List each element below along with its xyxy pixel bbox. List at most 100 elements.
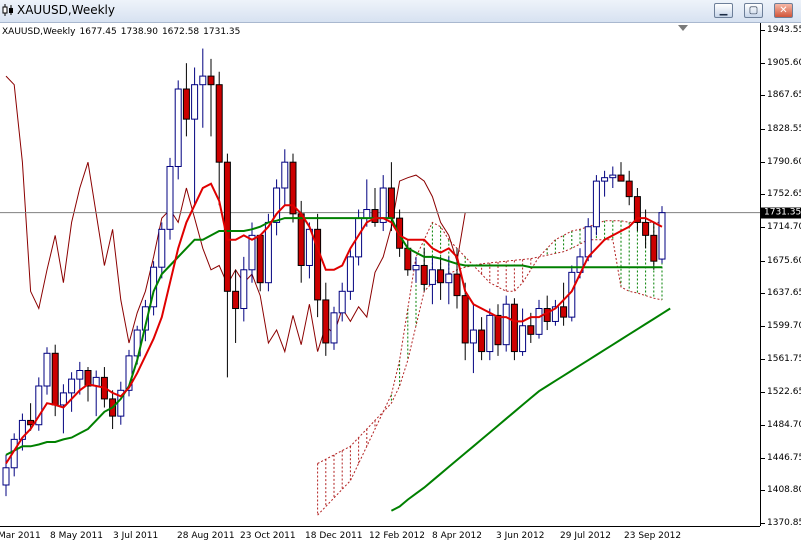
candle-body: [240, 269, 248, 310]
candle-body: [314, 228, 322, 301]
price-tick: [761, 358, 765, 360]
price-label: 1867.65: [767, 90, 801, 101]
candle-body: [658, 212, 666, 260]
candle-body: [174, 88, 182, 167]
time-label: 12 Feb 2012: [369, 531, 426, 541]
close-button[interactable]: ✕: [774, 3, 793, 18]
chart-shift-marker[interactable]: [678, 25, 688, 31]
candle-body: [478, 329, 486, 353]
price-label: 1370.85: [767, 518, 801, 528]
price-label: 1905.60: [767, 57, 801, 68]
close-icon: ✕: [779, 5, 788, 16]
candle-body: [437, 269, 445, 284]
price-tick: [761, 325, 765, 327]
title-bar[interactable]: XAUUSD,Weekly ▁ ▢ ✕: [0, 0, 801, 23]
time-label: 29 Jul 2012: [560, 531, 611, 541]
current-price-label: 1731.35: [761, 207, 801, 219]
candle-body: [510, 303, 518, 353]
candle-body: [445, 273, 453, 284]
minimize-button[interactable]: ▁: [714, 3, 733, 18]
price-label: 1484.70: [767, 419, 801, 430]
price-tick: [761, 424, 765, 426]
candle-body: [412, 264, 420, 271]
info-low: 1672.58: [161, 27, 200, 37]
time-label: 18 Dec 2011: [305, 531, 363, 541]
candle-body: [166, 165, 174, 230]
candle-body: [51, 352, 59, 406]
candle-body: [404, 247, 412, 271]
window-title: XAUUSD,Weekly: [17, 3, 115, 17]
price-label: 1561.75: [767, 353, 801, 364]
candle-body: [453, 273, 461, 297]
price-tick: [761, 161, 765, 163]
time-label: 3 Jul 2011: [113, 531, 159, 541]
price-label: 1637.65: [767, 288, 801, 299]
candle-body: [207, 75, 215, 86]
price-axis[interactable]: 1943.55 1905.60 1867.65 1828.55 1790.60 1752.…: [760, 23, 801, 528]
candle-body: [527, 325, 535, 335]
candle-body: [330, 312, 338, 344]
restore-button[interactable]: ▢: [744, 3, 763, 18]
price-label: 1943.55: [767, 25, 801, 35]
price-tick: [761, 293, 765, 295]
time-label: 8 Apr 2012: [432, 531, 482, 541]
candle-body: [650, 234, 658, 262]
time-label: Mar 2011: [0, 531, 41, 541]
candle-body: [502, 303, 510, 346]
candlestick-chart-icon: [2, 4, 13, 16]
candle-body: [642, 221, 650, 236]
candle-body: [297, 213, 305, 266]
info-close: 1731.35: [203, 27, 241, 37]
candle-body: [264, 221, 272, 284]
price-tick: [761, 194, 765, 196]
candle-body: [428, 269, 436, 285]
candle-body: [519, 325, 527, 353]
candle-body: [609, 174, 617, 179]
candle-body: [76, 370, 84, 380]
candle-body: [584, 226, 592, 258]
candle-body: [601, 177, 609, 182]
candle-body: [592, 180, 600, 228]
candle-body: [68, 378, 76, 394]
candle-body: [363, 209, 371, 219]
candle-body: [158, 228, 166, 268]
candle-body: [494, 314, 502, 346]
info-symbol: XAUUSD,Weekly: [2, 27, 76, 37]
candle-body: [486, 314, 494, 353]
candle-body: [461, 295, 469, 344]
price-label: 1828.55: [767, 123, 801, 134]
info-open: 1677.45: [79, 27, 117, 37]
candle-body: [617, 174, 625, 182]
price-tick: [761, 392, 765, 394]
candle-body: [59, 392, 67, 406]
candle-body: [560, 306, 568, 318]
price-label: 1599.70: [767, 320, 801, 331]
chart-window: XAUUSD,Weekly ▁ ▢ ✕ XAUUSD,Weekly 1677.45…: [0, 0, 801, 545]
candle-body: [43, 352, 51, 387]
time-label: 28 Aug 2011: [177, 531, 235, 541]
price-label: 1446.75: [767, 452, 801, 463]
candle-body: [535, 308, 543, 335]
price-tick: [761, 128, 765, 130]
chart-plot-area[interactable]: [0, 23, 760, 526]
time-axis[interactable]: Mar 2011 8 May 2011 3 Jul 2011 28 Aug 2011 2…: [0, 526, 760, 545]
price-label: 1408.80: [767, 485, 801, 496]
price-tick: [761, 457, 765, 459]
minimize-icon: ▁: [719, 5, 728, 16]
candle-body: [199, 75, 207, 86]
candle-body: [469, 329, 477, 344]
price-tick: [761, 95, 765, 97]
time-label: 3 Jun 2012: [496, 531, 545, 541]
candle-body: [338, 290, 346, 314]
candle-body: [182, 88, 190, 120]
time-label: 23 Sep 2012: [624, 531, 682, 541]
candle-body: [2, 467, 10, 486]
candle-body: [232, 290, 240, 310]
price-tick: [761, 523, 765, 524]
candle-body: [371, 209, 379, 223]
price-tick: [761, 227, 765, 228]
time-label: 8 May 2011: [50, 531, 103, 541]
restore-icon: ▢: [748, 5, 759, 16]
price-label: 1522.65: [767, 387, 801, 398]
price-chart[interactable]: [0, 23, 760, 526]
